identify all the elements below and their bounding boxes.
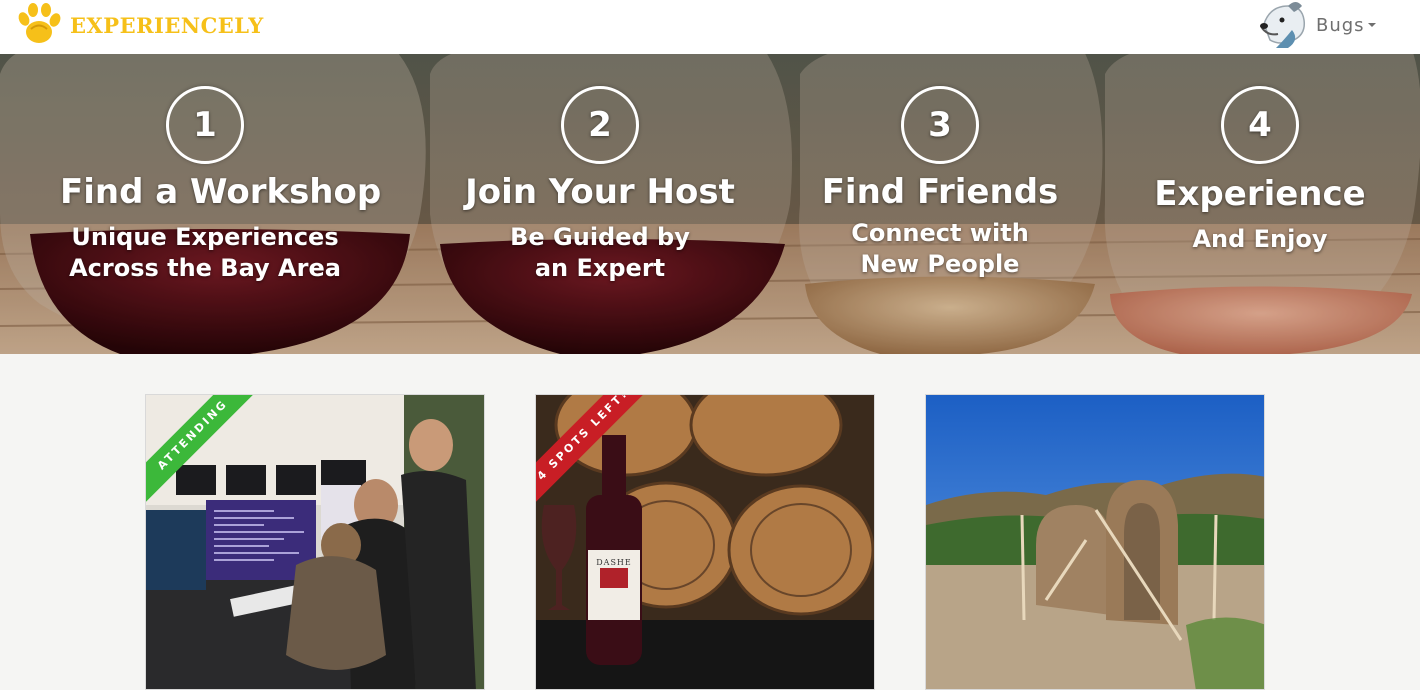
wine-label-text: DASHE — [596, 558, 632, 567]
step-subtitle-line1: Connect with — [851, 219, 1029, 247]
user-name: Bugs — [1316, 14, 1365, 36]
step-number-badge: 3 — [901, 86, 979, 164]
step-title: Find a Workshop — [60, 172, 382, 212]
hero-banner: 1 Find a Workshop Unique Experiences Acr… — [0, 54, 1420, 354]
step-number-badge: 1 — [166, 86, 244, 164]
workshop-card[interactable]: Attending — [145, 394, 485, 690]
top-nav: EXPERIENCELY Bugs — [0, 0, 1420, 54]
dog-avatar-icon — [1260, 2, 1306, 48]
brand-logo[interactable]: EXPERIENCELY — [16, 2, 264, 48]
step-number-badge: 4 — [1221, 86, 1299, 164]
workshop-photo-earthbuilding — [926, 395, 1264, 689]
step-subtitle-line2: an Expert — [534, 254, 666, 282]
step-title: Find Friends — [821, 172, 1059, 212]
workshop-card[interactable] — [925, 394, 1265, 690]
step-3: 3 Find Friends Connect with New People — [820, 86, 1060, 280]
step-subtitle-line1: And Enjoy — [1192, 225, 1328, 253]
step-subtitle-line1: Be Guided by — [510, 223, 690, 251]
step-title: Join Your Host — [465, 172, 735, 212]
step-number-badge: 2 — [561, 86, 639, 164]
step-4: 4 Experience And Enjoy — [1150, 86, 1370, 255]
step-subtitle-line2: New People — [860, 250, 1020, 278]
step-1: 1 Find a Workshop Unique Experiences Acr… — [60, 86, 382, 284]
step-subtitle-line1: Unique Experiences — [71, 223, 339, 251]
step-subtitle-line2: Across the Bay Area — [69, 254, 341, 282]
paw-icon — [18, 3, 61, 43]
brand-name: EXPERIENCELY — [70, 12, 264, 38]
step-2: 2 Join Your Host Be Guided by an Expert — [460, 86, 740, 284]
chevron-down-icon — [1367, 23, 1376, 27]
user-menu[interactable]: Bugs — [1258, 0, 1376, 50]
workshop-card[interactable]: DASHE 4 Spots Left! — [535, 394, 875, 690]
step-title: Experience — [1154, 174, 1366, 214]
